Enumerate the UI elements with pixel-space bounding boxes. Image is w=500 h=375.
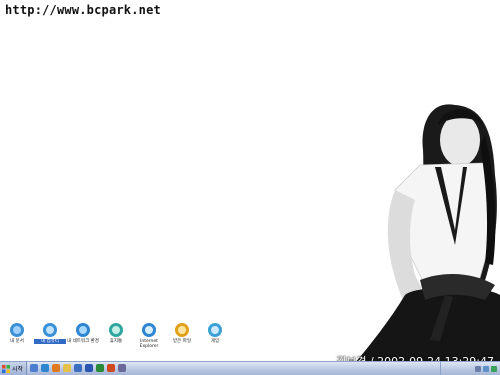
app-icon[interactable] xyxy=(118,364,126,372)
desktop-icon[interactable] xyxy=(30,364,38,372)
volume-icon[interactable] xyxy=(475,365,481,372)
outlook-icon[interactable] xyxy=(74,364,82,372)
excel-icon[interactable] xyxy=(96,364,104,372)
desktop-icon-games[interactable]: 게임 xyxy=(199,322,231,344)
powerpoint-icon[interactable] xyxy=(107,364,115,372)
taskbar: 시작 xyxy=(0,361,500,375)
my-computer-icon xyxy=(43,323,57,337)
windows-flag-icon xyxy=(2,364,10,373)
messenger-icon[interactable] xyxy=(491,365,497,372)
folder-icon[interactable] xyxy=(63,364,71,372)
desktop-icon-my-documents[interactable]: 내 문서 xyxy=(1,322,33,344)
desktop-icon-received-files[interactable]: 받은 파일 xyxy=(166,322,198,344)
desktop-icon-network[interactable]: 내 네트워크 환경 xyxy=(67,322,99,344)
desktop-icon-recycle-bin[interactable]: 휴지통 xyxy=(100,322,132,344)
games-icon xyxy=(208,323,222,337)
my-documents-icon xyxy=(10,323,24,337)
internet-explorer-icon xyxy=(142,323,156,337)
word-icon[interactable] xyxy=(85,364,93,372)
quick-launch xyxy=(30,364,126,372)
media-icon[interactable] xyxy=(52,364,60,372)
wallpaper-figure xyxy=(335,95,500,363)
system-tray xyxy=(440,362,500,375)
start-button[interactable]: 시작 xyxy=(0,362,27,375)
desktop-icons: 내 문서 내 컴퓨터 내 네트워크 환경 휴지통 Internet Explor… xyxy=(0,322,240,352)
desktop-icon-internet-explorer[interactable]: Internet Explorer xyxy=(133,322,165,349)
ie-icon[interactable] xyxy=(41,364,49,372)
network-tray-icon[interactable] xyxy=(483,365,489,372)
received-files-icon xyxy=(175,323,189,337)
watermark: http://www.bcpark.net xyxy=(5,3,161,17)
network-icon xyxy=(76,323,90,337)
desktop-icon-my-computer[interactable]: 내 컴퓨터 xyxy=(34,322,66,344)
recycle-bin-icon xyxy=(109,323,123,337)
